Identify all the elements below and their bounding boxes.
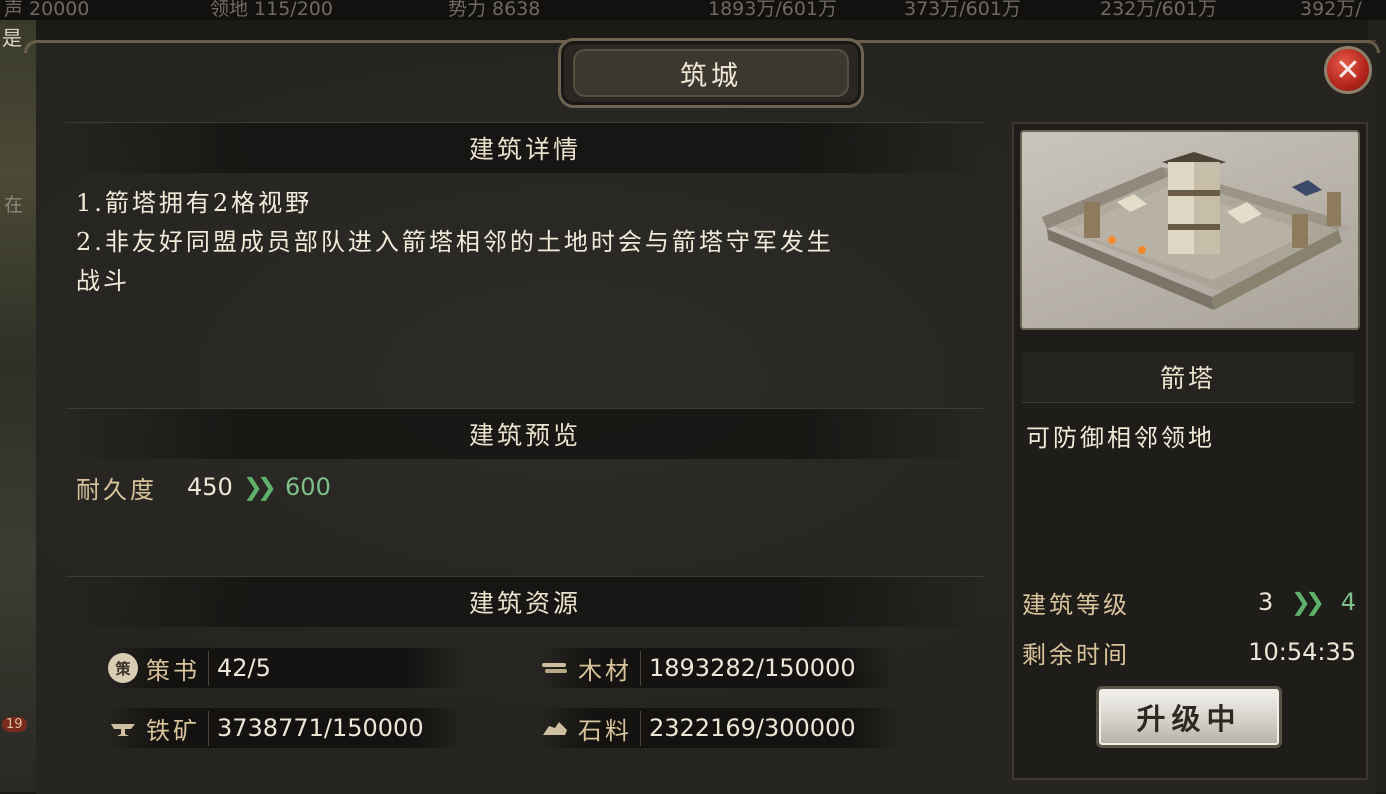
dialog-title: 筑城 <box>573 49 849 97</box>
hud-item: 1893万/601万 <box>708 0 838 20</box>
resource-value: 3738771/150000 <box>217 714 424 742</box>
double-chevron-right-icon: ❯❯ <box>242 473 277 501</box>
building-level-label: 建筑等级 <box>1022 590 1130 619</box>
hud-item: 232万/601万 <box>1100 0 1217 20</box>
resource-label: 铁矿 <box>146 710 209 746</box>
preview-heading: 建筑预览 <box>66 408 984 459</box>
dialog-title-plate: 筑城 <box>558 38 864 108</box>
durability-current: 450 <box>187 473 233 501</box>
close-button[interactable]: ✕ <box>1324 46 1372 94</box>
resource-label: 石料 <box>578 710 641 746</box>
remaining-time-label: 剩余时间 <box>1022 640 1130 669</box>
durability-label: 耐久度 <box>76 475 157 504</box>
resource-value: 2322169/300000 <box>649 714 856 742</box>
building-level-values: 3 ❯❯ 4 <box>1258 588 1356 616</box>
resources-heading: 建筑资源 <box>66 576 984 627</box>
durability-next: 600 <box>285 473 331 501</box>
upgrade-button[interactable]: 升级中 <box>1096 686 1282 748</box>
resource-value: 42/5 <box>217 654 271 682</box>
resource-label: 木材 <box>578 650 641 686</box>
hud-item: 领地 115/200 <box>210 0 333 20</box>
double-chevron-right-icon: ❯❯ <box>1290 588 1325 616</box>
iron-icon <box>108 713 138 743</box>
map-background-left: 是 在 19 <box>0 20 36 792</box>
resource-label: 策书 <box>146 650 209 686</box>
notification-badge: 19 <box>2 717 27 732</box>
building-level-next: 4 <box>1340 588 1356 616</box>
hud-item: 392万/ <box>1300 0 1362 20</box>
detail-line: 战斗 <box>76 267 130 295</box>
resource-hud-bar: 声 20000 领地 115/200 势力 8638 1893万/601万 37… <box>0 0 1386 20</box>
remaining-time-value: 10:54:35 <box>1248 638 1356 666</box>
arrow-tower-illustration <box>1042 152 1352 310</box>
building-name: 箭塔 <box>1022 352 1354 403</box>
remaining-time-row: 剩余时间 10:54:35 <box>1022 633 1356 671</box>
hud-item: 373万/601万 <box>904 0 1021 20</box>
resource-item-iron: 铁矿 3738771/150000 <box>108 708 464 748</box>
resource-item-strategy-book: 策 策书 42/5 <box>108 648 464 688</box>
resource-value: 1893282/150000 <box>649 654 856 682</box>
background-text: 是 <box>2 26 22 50</box>
durability-row: 耐久度 450 ❯❯ 600 <box>76 468 331 506</box>
detail-line: 1.箭塔拥有2格视野 <box>76 189 313 217</box>
stone-icon <box>540 713 570 743</box>
details-heading: 建筑详情 <box>66 122 984 173</box>
hud-item: 声 20000 <box>4 0 90 20</box>
building-description: 可防御相邻领地 <box>1026 424 1215 452</box>
resource-item-wood: 木材 1893282/150000 <box>540 648 896 688</box>
hud-item: 势力 8638 <box>448 0 541 20</box>
resource-item-stone: 石料 2322169/300000 <box>540 708 900 748</box>
building-level-row: 建筑等级 3 ❯❯ 4 <box>1022 583 1356 621</box>
background-text: 在 <box>4 194 24 216</box>
wood-icon <box>540 653 570 683</box>
book-seal-icon: 策 <box>108 653 138 683</box>
close-icon: ✕ <box>1335 52 1361 88</box>
building-level-current: 3 <box>1257 588 1274 616</box>
building-preview-image <box>1020 130 1360 330</box>
detail-line: 2.非友好同盟成员部队进入箭塔相邻的土地时会与箭塔守军发生 <box>76 228 834 256</box>
